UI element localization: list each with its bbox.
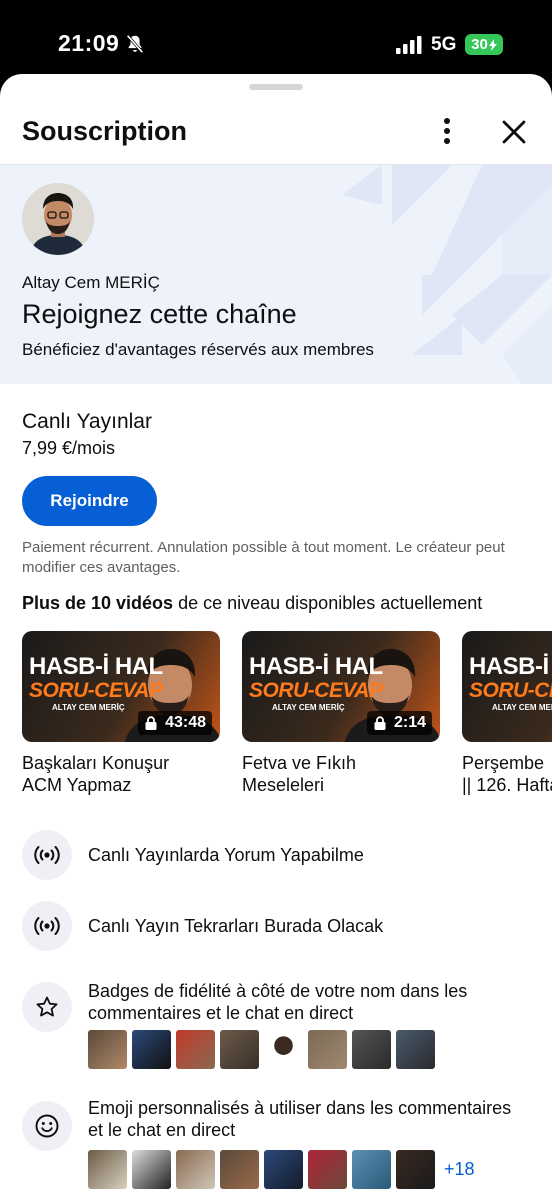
tier-name: Canlı Yayınlar <box>22 410 152 433</box>
join-subheading: Bénéficiez d'avantages réservés aux memb… <box>22 340 374 359</box>
video-thumbnail[interactable]: HASB-İ HAL SORU-CEVAP ALTAY CEM MERİÇ 43… <box>22 631 220 742</box>
join-button[interactable]: Rejoindre <box>22 476 157 526</box>
emoji-image <box>308 1150 347 1189</box>
perk-text: Emoji personnalisés à utiliser dans les … <box>88 1098 512 1140</box>
sheet-title: Souscription <box>22 116 188 146</box>
emoji-image <box>132 1150 171 1189</box>
perk-text: Canlı Yayınlarda Yorum Yapabilme <box>88 845 364 865</box>
video-card[interactable]: HASB-İ HAL SORU-CEVAP ALTAY CEM MERİÇ 43… <box>22 631 220 796</box>
channel-banner: Altay Cem MERİÇ Rejoignez cette chaîne B… <box>0 165 552 384</box>
video-title[interactable]: Perşembe || 126. Hafta <box>462 752 552 796</box>
emoji-image <box>264 1150 303 1189</box>
badge-image <box>176 1030 215 1069</box>
thumbnail-title: HASB-İ HAL <box>29 653 163 680</box>
duration-badge: 43:48 <box>138 711 212 735</box>
channel-avatar[interactable] <box>22 183 94 255</box>
badge-image <box>88 1030 127 1069</box>
close-icon[interactable] <box>498 116 530 148</box>
video-thumbnail[interactable]: HASB-İ HAL SORU-CEVAP ALTAY CEM MERİÇ 2:… <box>242 631 440 742</box>
thumbnail-title: HASB-İ HAL <box>249 653 383 680</box>
signal-icon <box>396 36 422 54</box>
thumbnail-subtitle: SORU-CEVAP <box>29 679 163 702</box>
emoji-row: +18 <box>88 1150 475 1189</box>
thumbnail-brand: ALTAY CEM MERİÇ <box>272 703 345 712</box>
thumbnail-subtitle: SORU-CEVAP <box>469 679 552 702</box>
duration-text: 43:48 <box>165 714 206 731</box>
battery-level: 30 <box>471 36 488 53</box>
channel-name: Altay Cem MERİÇ <box>22 273 160 292</box>
video-card[interactable]: HASB-İ HAL SORU-CEVAP ALTAY CEM MERİÇ Pe… <box>462 631 552 796</box>
charging-bolt-icon <box>488 38 497 51</box>
terms-text: Paiement récurrent. Annulation possible … <box>22 539 505 576</box>
live-broadcast-icon <box>22 901 72 951</box>
video-title[interactable]: Fetva ve Fıkıh Meseleleri <box>242 752 440 796</box>
badge-image <box>396 1030 435 1069</box>
join-heading: Rejoignez cette chaîne <box>22 299 297 329</box>
video-title-line: Meseleleri <box>242 775 325 795</box>
thumbnail-brand: ALTAY CEM MERİÇ <box>492 703 552 712</box>
thumbnail-brand: ALTAY CEM MERİÇ <box>52 703 125 712</box>
badge-image <box>220 1030 259 1069</box>
lock-icon <box>145 716 157 730</box>
tier-price: 7,99 €/mois <box>22 438 116 458</box>
video-title-line: Fetva ve Fıkıh <box>242 753 357 773</box>
badge-image <box>132 1030 171 1069</box>
duration-badge: 2:14 <box>366 711 432 735</box>
badge-image <box>264 1030 303 1069</box>
clock: 21:09 <box>58 30 120 56</box>
video-title[interactable]: Başkaları Konuşur ACM Yapmaz <box>22 752 220 796</box>
videos-heading-bold: Plus de 10 vidéos <box>22 593 174 613</box>
status-bar: 21:09 5G 30 <box>0 0 552 78</box>
badge-image <box>352 1030 391 1069</box>
smiley-icon <box>22 1101 72 1151</box>
subscription-sheet: Souscription Altay Cem MERİÇ Rejoignez c… <box>0 74 552 1200</box>
bell-muted-icon <box>126 34 144 54</box>
avatar-image <box>22 183 94 255</box>
videos-heading-rest: de ce niveau disponibles actuellement <box>173 593 483 613</box>
video-title-line: || 126. Hafta <box>462 775 552 795</box>
lock-icon <box>374 716 386 730</box>
perk-text: Canlı Yayın Tekrarları Burada Olacak <box>88 916 384 936</box>
video-title-line: Başkaları Konuşur <box>22 753 170 773</box>
emoji-image <box>396 1150 435 1189</box>
more-options-icon[interactable] <box>432 116 462 146</box>
badge-row <box>88 1030 435 1069</box>
video-title-line: ACM Yapmaz <box>22 775 132 795</box>
star-icon <box>22 982 72 1032</box>
network-type: 5G <box>431 34 457 55</box>
thumbnail-title: HASB-İ HAL <box>469 653 552 680</box>
perk-text: Badges de fidélité à côté de votre nom d… <box>88 981 468 1023</box>
videos-heading: Plus de 10 vidéos de ce niveau disponibl… <box>22 593 482 614</box>
emoji-image <box>176 1150 215 1189</box>
video-title-line: Perşembe <box>462 753 545 773</box>
more-emoji-count[interactable]: +18 <box>444 1159 475 1180</box>
battery-indicator: 30 <box>465 34 503 55</box>
emoji-image <box>352 1150 391 1189</box>
badge-image <box>308 1030 347 1069</box>
emoji-image <box>220 1150 259 1189</box>
video-thumbnail[interactable]: HASB-İ HAL SORU-CEVAP ALTAY CEM MERİÇ <box>462 631 552 742</box>
thumbnail-subtitle: SORU-CEVAP <box>249 679 383 702</box>
emoji-image <box>88 1150 127 1189</box>
video-card[interactable]: HASB-İ HAL SORU-CEVAP ALTAY CEM MERİÇ 2:… <box>242 631 440 796</box>
sheet-grabber[interactable] <box>249 84 303 90</box>
duration-text: 2:14 <box>393 714 426 731</box>
live-broadcast-icon <box>22 830 72 880</box>
